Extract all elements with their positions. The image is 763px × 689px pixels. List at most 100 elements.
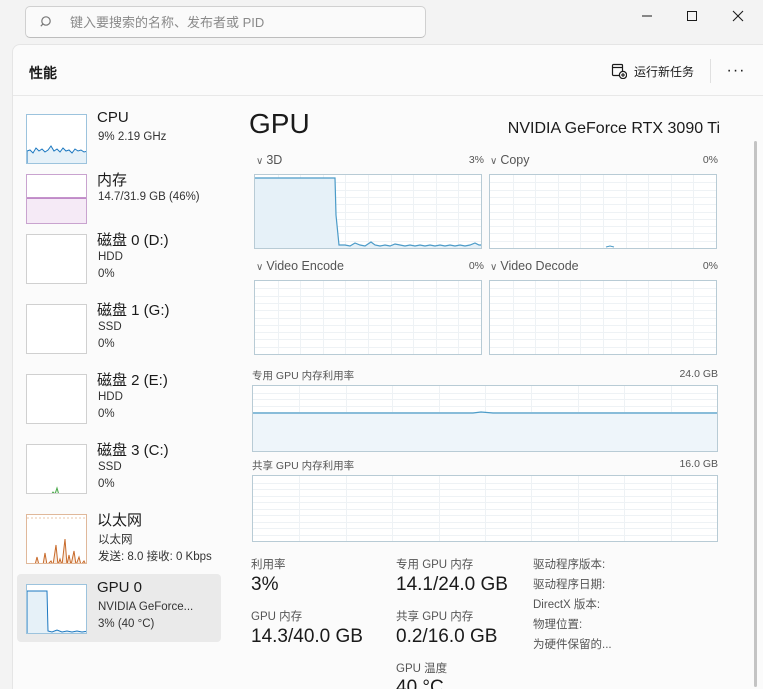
- disk-2-thumbnail: [26, 374, 87, 424]
- shared-memory-value: 0.2/16.0 GB: [396, 626, 498, 647]
- dedicated-memory-label: 专用 GPU 内存: [396, 559, 474, 571]
- sidebar-item-disk-3[interactable]: 磁盘 3 (C:) SSD 0%: [17, 434, 221, 502]
- engine-label: Video Decode: [500, 259, 579, 273]
- gpu-memory-value: 14.3/40.0 GB: [251, 626, 363, 647]
- cpu-thumbnail: [26, 114, 87, 164]
- gpu-temperature-label: GPU 温度: [396, 663, 448, 675]
- physical-location-label: 物理位置:: [533, 619, 583, 631]
- minimize-button[interactable]: [624, 0, 670, 32]
- disk-3-activity-line: [51, 486, 59, 493]
- shared-memory-max: 16.0 GB: [679, 458, 718, 470]
- sidebar-item-name: 磁盘 0 (D:): [97, 232, 169, 249]
- dedicated-memory-area: [253, 412, 717, 451]
- performance-panel: 性能 运行新任务 ··· CPU 9% 2.19 GHz 内存 14.7/31.…: [12, 44, 763, 689]
- gpu-temperature-value: 40 °C: [396, 677, 444, 689]
- page-title: 性能: [29, 65, 57, 81]
- page-header: 性能 运行新任务 ···: [13, 45, 763, 96]
- gpu-heading: GPU: [249, 108, 310, 139]
- sidebar-item-type: HDD: [98, 391, 123, 403]
- sidebar-item-throughput: 发送: 8.0 接收: 0 Kbps: [98, 551, 212, 563]
- shared-memory-graph-label: 共享 GPU 内存利用率: [252, 460, 355, 472]
- close-icon: [732, 10, 744, 22]
- driver-date-label: 驱动程序日期:: [533, 579, 606, 591]
- sidebar-item-name: 内存: [97, 172, 128, 189]
- engine-graph-3d: [254, 174, 482, 249]
- sidebar-item-gpu-0[interactable]: GPU 0 NVIDIA GeForce... 3% (40 °C): [17, 574, 221, 642]
- chevron-down-icon: ∨: [490, 262, 498, 273]
- sidebar-item-adapter: 以太网: [98, 534, 133, 546]
- directx-version-label: DirectX 版本:: [533, 599, 601, 611]
- run-new-task-button[interactable]: 运行新任务: [611, 61, 694, 81]
- engine-graph-video-encode: [254, 280, 482, 355]
- dedicated-memory-line: [253, 411, 717, 414]
- engine-label: Video Encode: [266, 259, 344, 273]
- sidebar-item-usage: 0%: [98, 408, 115, 420]
- engine-graph-video-decode: [489, 280, 717, 355]
- graph-grid: [255, 281, 481, 354]
- engine-graph-copy: [489, 174, 717, 249]
- engine-percent: 0%: [468, 260, 484, 272]
- driver-version-label: 驱动程序版本:: [533, 559, 606, 571]
- sidebar-item-model: NVIDIA GeForce...: [98, 601, 194, 613]
- gpu-memory-label: GPU 内存: [251, 611, 303, 623]
- search-box[interactable]: [25, 6, 426, 38]
- minimize-icon: [642, 15, 652, 17]
- title-bar: [0, 0, 763, 44]
- sidebar-item-memory[interactable]: 内存 14.7/31.9 GB (46%): [17, 164, 221, 232]
- utilization-value: 3%: [251, 574, 279, 595]
- ethernet-activity-line: [34, 538, 86, 563]
- gpu-model-name: NVIDIA GeForce RTX 3090 Ti: [507, 120, 720, 137]
- engine-selector-video-decode[interactable]: ∨ Video Decode: [490, 259, 579, 273]
- sidebar-item-usage: 0%: [98, 478, 115, 490]
- header-divider: [710, 59, 711, 83]
- dedicated-memory-value: 14.1/24.0 GB: [396, 574, 508, 595]
- graph-grid: [253, 476, 717, 541]
- maximize-icon: [687, 11, 697, 21]
- graph-grid: [490, 281, 716, 354]
- cpu-usage-line: [27, 145, 86, 163]
- sidebar-item-cpu[interactable]: CPU 9% 2.19 GHz: [17, 104, 221, 172]
- sidebar-item-type: SSD: [98, 461, 122, 473]
- 3d-usage-area: [255, 178, 481, 248]
- scrollbar[interactable]: [754, 141, 757, 687]
- engine-percent: 0%: [702, 154, 718, 166]
- run-new-task-label: 运行新任务: [634, 64, 695, 79]
- chevron-down-icon: ∨: [256, 262, 264, 273]
- run-task-icon: [611, 63, 627, 79]
- engine-selector-video-encode[interactable]: ∨ Video Encode: [256, 259, 344, 273]
- disk-0-thumbnail: [26, 234, 87, 284]
- ethernet-thumbnail: [26, 514, 87, 564]
- gpu-0-thumbnail: [26, 584, 87, 634]
- sidebar-item-detail: 14.7/31.9 GB (46%): [98, 191, 200, 203]
- chevron-down-icon: ∨: [256, 156, 264, 167]
- sidebar-item-disk-1[interactable]: 磁盘 1 (G:) SSD 0%: [17, 294, 221, 362]
- sidebar-item-name: 磁盘 1 (G:): [97, 302, 170, 319]
- search-input[interactable]: [70, 7, 420, 37]
- engine-percent: 0%: [702, 260, 718, 272]
- sidebar-item-usage: 0%: [98, 268, 115, 280]
- sidebar-item-disk-0[interactable]: 磁盘 0 (D:) HDD 0%: [17, 224, 221, 292]
- sidebar-item-name: 磁盘 2 (E:): [97, 372, 168, 389]
- sidebar-item-ethernet[interactable]: 以太网 以太网 发送: 8.0 接收: 0 Kbps: [17, 504, 221, 572]
- sidebar-item-usage: 0%: [98, 338, 115, 350]
- engine-percent: 3%: [468, 154, 484, 166]
- sidebar-item-name: CPU: [97, 109, 129, 126]
- shared-memory-graph: [252, 475, 718, 542]
- search-icon: [40, 16, 51, 27]
- memory-thumbnail: [26, 174, 87, 224]
- engine-selector-3d[interactable]: ∨ 3D: [256, 153, 282, 167]
- sidebar-item-disk-2[interactable]: 磁盘 2 (E:) HDD 0%: [17, 364, 221, 432]
- dedicated-memory-max: 24.0 GB: [679, 368, 718, 380]
- hardware-reserved-label: 为硬件保留的...: [533, 639, 612, 651]
- close-button[interactable]: [715, 0, 761, 32]
- more-options-button[interactable]: ···: [723, 59, 749, 83]
- gpu-0-usage-line: [27, 590, 86, 633]
- maximize-button[interactable]: [669, 0, 715, 32]
- shared-memory-label: 共享 GPU 内存: [396, 611, 474, 623]
- sidebar-item-name: 磁盘 3 (C:): [97, 442, 169, 459]
- engine-selector-copy[interactable]: ∨ Copy: [490, 153, 530, 167]
- sidebar-item-name: 以太网: [97, 512, 143, 529]
- memory-usage-fill: [27, 198, 86, 223]
- sidebar-item-detail: 9% 2.19 GHz: [98, 131, 167, 143]
- sidebar-item-type: HDD: [98, 251, 123, 263]
